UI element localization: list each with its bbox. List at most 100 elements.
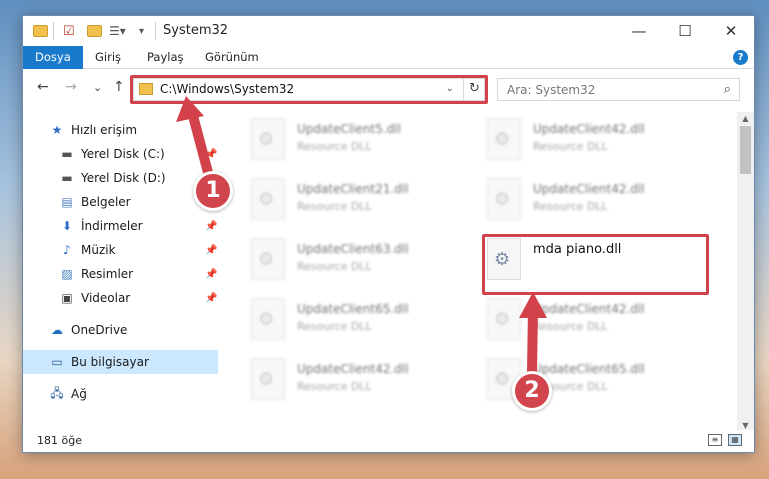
pin-icon[interactable]: 📌 bbox=[205, 245, 217, 256]
star-icon: ★ bbox=[51, 123, 63, 137]
recent-locations-button[interactable]: ⌄ bbox=[93, 81, 102, 94]
sidebar-item-this-pc[interactable]: ▭ Bu bilgisayar bbox=[23, 350, 218, 374]
explorer-window: ☑ ☰▾ ▾ System32 — ☐ ✕ Dosya Giriş Paylaş… bbox=[22, 15, 755, 453]
title-bar: ☑ ☰▾ ▾ System32 — ☐ ✕ bbox=[23, 16, 754, 46]
folder-icon[interactable] bbox=[33, 22, 48, 40]
sidebar-item-videos[interactable]: ▣ Videolar 📌 bbox=[23, 286, 218, 310]
dll-file-icon bbox=[251, 238, 285, 280]
back-button[interactable]: ← bbox=[37, 79, 49, 95]
customize-toolbar-icon[interactable]: ▾ bbox=[139, 22, 144, 40]
step-badge-1: 1 bbox=[193, 171, 233, 211]
tab-paylas[interactable]: Paylaş bbox=[135, 46, 196, 69]
file-name: UpdateClient42.dll bbox=[533, 182, 645, 196]
new-folder-icon[interactable] bbox=[87, 22, 102, 40]
sidebar-item-label: Belgeler bbox=[81, 195, 131, 209]
dll-file-icon bbox=[251, 358, 285, 400]
sidebar-item-label: OneDrive bbox=[71, 323, 128, 337]
search-icon[interactable]: ⌕ bbox=[724, 82, 731, 97]
sidebar-item-label: Bu bilgisayar bbox=[71, 355, 149, 369]
view-options-icon[interactable]: ☰▾ bbox=[109, 22, 126, 40]
list-item[interactable]: UpdateClient5.dll Resource DLL bbox=[251, 118, 401, 160]
minimize-button[interactable]: — bbox=[616, 16, 662, 46]
list-item[interactable]: UpdateClient65.dllResource DLL bbox=[251, 298, 409, 340]
download-icon: ⬇ bbox=[61, 219, 73, 233]
divider bbox=[53, 22, 54, 40]
pictures-icon: ▨ bbox=[61, 267, 73, 281]
status-bar: 181 öğe ≡ ▦ bbox=[23, 430, 754, 452]
file-name: UpdateClient21.dll bbox=[297, 182, 409, 196]
pin-icon[interactable]: 📌 bbox=[205, 149, 217, 160]
close-button[interactable]: ✕ bbox=[708, 16, 754, 46]
file-name: UpdateClient42.dll bbox=[533, 122, 645, 136]
dll-file-icon bbox=[487, 178, 521, 220]
list-item[interactable]: UpdateClient42.dll Resource DLL bbox=[487, 118, 645, 160]
sidebar-item-label: İndirmeler bbox=[81, 219, 143, 233]
scroll-down-icon[interactable]: ▼ bbox=[737, 421, 754, 430]
file-type: Resource DLL bbox=[533, 320, 608, 333]
file-type: Resource DLL bbox=[297, 260, 372, 273]
sidebar-item-network[interactable]: 🖧 Ağ bbox=[23, 382, 218, 406]
dll-file-icon bbox=[251, 118, 285, 160]
file-name: UpdateClient42.dll bbox=[297, 362, 409, 376]
sidebar-item-local-disk-d[interactable]: ▬ Yerel Disk (D:) bbox=[23, 166, 218, 190]
computer-icon: ▭ bbox=[51, 355, 63, 369]
file-type: Resource DLL bbox=[533, 140, 608, 153]
step-badge-2: 2 bbox=[512, 371, 552, 411]
forward-button[interactable]: → bbox=[65, 79, 77, 95]
music-icon: ♪ bbox=[63, 243, 71, 257]
sidebar-item-label: Müzik bbox=[81, 243, 116, 257]
details-view-icon[interactable]: ≡ bbox=[708, 434, 722, 446]
sidebar-item-onedrive[interactable]: ☁ OneDrive bbox=[23, 318, 218, 342]
file-name: UpdateClient65.dll bbox=[297, 302, 409, 316]
sidebar-item-label: Resimler bbox=[81, 267, 134, 281]
list-item[interactable]: UpdateClient42.dll Resource DLL bbox=[487, 298, 645, 340]
tab-gorunum[interactable]: Görünüm bbox=[193, 46, 271, 69]
file-type: Resource DLL bbox=[297, 200, 372, 213]
sidebar-item-label: Videolar bbox=[81, 291, 131, 305]
properties-icon[interactable]: ☑ bbox=[63, 22, 75, 40]
network-icon: 🖧 bbox=[50, 385, 64, 400]
list-item[interactable]: UpdateClient42.dll Resource DLL bbox=[487, 178, 645, 220]
dll-file-icon bbox=[487, 118, 521, 160]
dll-file-icon bbox=[487, 298, 521, 340]
file-name: UpdateClient5.dll bbox=[297, 122, 401, 136]
file-type: Resource DLL bbox=[297, 140, 372, 153]
pin-icon[interactable]: 📌 bbox=[205, 221, 217, 232]
maximize-button[interactable]: ☐ bbox=[662, 16, 708, 46]
sidebar-item-label: Ağ bbox=[71, 387, 87, 401]
sidebar-item-downloads[interactable]: ⬇ İndirmeler 📌 bbox=[23, 214, 218, 238]
list-item[interactable]: UpdateClient42.dll Resource DLL bbox=[251, 358, 409, 400]
tab-dosya[interactable]: Dosya bbox=[23, 46, 83, 69]
sidebar-item-music[interactable]: ♪ Müzik 📌 bbox=[23, 238, 218, 262]
cloud-icon: ☁ bbox=[51, 323, 63, 337]
scroll-up-icon[interactable]: ▲ bbox=[737, 114, 754, 123]
address-highlight bbox=[130, 75, 488, 104]
help-icon[interactable]: ? bbox=[733, 50, 748, 65]
tab-giris[interactable]: Giriş bbox=[83, 46, 133, 69]
dll-file-icon bbox=[251, 178, 285, 220]
list-item[interactable]: UpdateClient65.dllResource DLL bbox=[487, 358, 645, 400]
scrollbar-thumb[interactable] bbox=[740, 126, 751, 174]
video-icon: ▣ bbox=[61, 291, 73, 305]
pin-icon[interactable]: 📌 bbox=[205, 293, 217, 304]
up-button[interactable]: ↑ bbox=[113, 79, 125, 95]
sidebar-item-quick-access[interactable]: ★ Hızlı erişim bbox=[23, 118, 218, 142]
sidebar-item-documents[interactable]: ▤ Belgeler bbox=[23, 190, 218, 214]
sidebar-item-label: Yerel Disk (C:) bbox=[81, 147, 165, 161]
ribbon-tabs: Dosya Giriş Paylaş Görünüm bbox=[23, 46, 754, 69]
window-title: System32 bbox=[163, 23, 229, 38]
sidebar-item-local-disk-c[interactable]: ▬ Yerel Disk (C:) 📌 bbox=[23, 142, 218, 166]
search-input[interactable]: Ara: System32 ⌕ bbox=[497, 78, 740, 101]
pin-icon[interactable]: 📌 bbox=[205, 269, 217, 280]
sidebar-item-label: Hızlı erişim bbox=[71, 123, 138, 137]
documents-icon: ▤ bbox=[61, 195, 73, 209]
list-item[interactable]: UpdateClient63.dll Resource DLL bbox=[251, 238, 409, 280]
search-placeholder: Ara: System32 bbox=[507, 83, 596, 97]
drive-icon: ▬ bbox=[61, 147, 73, 161]
vertical-scrollbar[interactable]: ▲ ▼ bbox=[737, 112, 754, 432]
file-highlight bbox=[482, 234, 709, 295]
item-count: 181 öğe bbox=[37, 434, 82, 447]
sidebar-item-pictures[interactable]: ▨ Resimler 📌 bbox=[23, 262, 218, 286]
list-item[interactable]: UpdateClient21.dll Resource DLL bbox=[251, 178, 409, 220]
large-icons-view-icon[interactable]: ▦ bbox=[728, 434, 742, 446]
